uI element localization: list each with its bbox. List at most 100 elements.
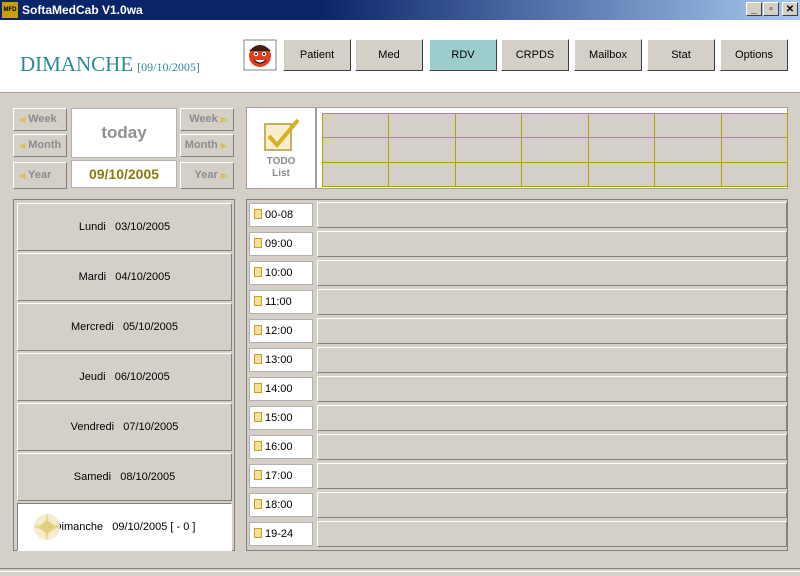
hourglass-icon (254, 499, 262, 509)
todo-grid-cell[interactable] (720, 112, 789, 139)
day-item[interactable]: Mardi 04/10/2005 (17, 253, 232, 301)
todo-grid-cell[interactable] (587, 137, 656, 163)
nav-button-options[interactable]: Options (720, 39, 788, 71)
appointment-slot[interactable] (317, 202, 787, 228)
todo-list-button[interactable]: TODO List (246, 107, 316, 189)
hour-text: 11:00 (265, 296, 292, 308)
hour-label[interactable]: 17:00 (249, 464, 313, 488)
todo-line2: List (272, 168, 290, 179)
nav-button-stat[interactable]: Stat (647, 39, 715, 71)
prev-week-button[interactable]: ◀ Week (13, 108, 67, 131)
day-item[interactable]: Samedi 08/10/2005 (17, 453, 232, 501)
hour-row: 15:00 (249, 405, 787, 431)
hour-label[interactable]: 10:00 (249, 261, 313, 285)
checkmark-icon (264, 118, 300, 151)
hour-label[interactable]: 18:00 (249, 493, 313, 517)
hourglass-icon (254, 325, 262, 335)
appointment-slot[interactable] (317, 347, 787, 373)
day-item[interactable]: Mercredi 05/10/2005 (17, 303, 232, 351)
day-item[interactable]: Jeudi 06/10/2005 (17, 353, 232, 401)
day-label: Samedi 08/10/2005 (73, 471, 176, 483)
hour-label[interactable]: 11:00 (249, 290, 313, 314)
hour-label[interactable]: 16:00 (249, 435, 313, 459)
todo-grid-cell[interactable] (454, 112, 523, 139)
close-button[interactable]: ✕ (782, 2, 798, 16)
hour-label[interactable]: 12:00 (249, 319, 313, 343)
nav-button-crpds[interactable]: CRPDS (501, 39, 569, 71)
prev-year-button[interactable]: ◀ Year (13, 162, 67, 189)
appointment-slot[interactable] (317, 260, 787, 286)
todo-grid-cell[interactable] (654, 137, 722, 163)
day-label: Lundi 03/10/2005 (78, 221, 171, 233)
hour-row: 12:00 (249, 318, 787, 344)
appointment-slot[interactable] (317, 231, 787, 257)
hour-label[interactable]: 19-24 (249, 522, 313, 546)
hourglass-icon (254, 209, 262, 219)
day-item[interactable]: Dimanche 09/10/2005 [ - 0 ] (17, 503, 232, 551)
todo-grid-cell[interactable] (587, 161, 656, 188)
todo-label: TODO List (247, 156, 315, 180)
hourglass-icon (254, 296, 262, 306)
minimize-button[interactable]: _ (746, 2, 762, 16)
hour-label[interactable]: 09:00 (249, 232, 313, 256)
hourglass-icon (254, 528, 262, 538)
next-week-label: Week (189, 113, 218, 125)
restore-button[interactable]: ▫ (763, 2, 779, 16)
todo-grid-cell[interactable] (720, 137, 789, 163)
nav-button-patient[interactable]: Patient (283, 39, 351, 71)
hour-label[interactable]: 13:00 (249, 348, 313, 372)
nav-button-mailbox[interactable]: Mailbox (574, 39, 642, 71)
hour-label[interactable]: 14:00 (249, 377, 313, 401)
hours-list: 00-08 09:00 10:00 11:00 12:00 13:00 14:00 15:00… (246, 199, 788, 551)
todo-grid (321, 112, 789, 188)
hour-row: 17:00 (249, 463, 787, 489)
next-month-button[interactable]: Month ▶ (180, 134, 234, 157)
appointment-slot[interactable] (317, 463, 787, 489)
todo-grid-row (321, 137, 789, 163)
todo-grid-cell[interactable] (521, 161, 589, 188)
todo-grid-cell[interactable] (454, 161, 523, 188)
prev-month-button[interactable]: ◀ Month (13, 134, 67, 157)
appointment-slot[interactable] (317, 492, 787, 518)
hour-label[interactable]: 00-08 (249, 203, 313, 227)
next-week-button[interactable]: Week ▶ (180, 108, 234, 131)
hour-label[interactable]: 15:00 (249, 406, 313, 430)
todo-grid-cell[interactable] (521, 112, 589, 139)
appointment-slot[interactable] (317, 521, 787, 547)
hour-text: 10:00 (265, 267, 293, 279)
hour-text: 18:00 (265, 499, 293, 511)
next-year-button[interactable]: Year ▶ (180, 162, 234, 189)
day-label: Vendredi 07/10/2005 (70, 421, 179, 433)
appointment-slot[interactable] (317, 289, 787, 315)
next-month-label: Month (184, 139, 218, 151)
app-icon: MFD (2, 2, 18, 18)
todo-grid-cell[interactable] (521, 137, 589, 163)
hourglass-icon (254, 354, 262, 364)
hour-text: 14:00 (265, 383, 293, 395)
prev-week-label: Week (28, 113, 57, 125)
hourglass-icon (254, 267, 262, 277)
nav-button-rdv[interactable]: RDV (429, 39, 497, 71)
todo-grid-cell[interactable] (388, 112, 456, 139)
todo-grid-cell[interactable] (388, 161, 456, 188)
appointment-slot[interactable] (317, 434, 787, 460)
todo-grid-cell[interactable] (321, 112, 390, 139)
todo-grid-cell[interactable] (388, 137, 456, 163)
hour-text: 12:00 (265, 325, 293, 337)
appointment-slot[interactable] (317, 376, 787, 402)
appointment-slot[interactable] (317, 405, 787, 431)
todo-grid-cell[interactable] (654, 161, 722, 188)
appointment-slot[interactable] (317, 318, 787, 344)
header: DIMANCHE [09/10/2005] Patient Med RDV CRPDS M… (0, 20, 800, 93)
todo-grid-cell[interactable] (587, 112, 656, 139)
todo-grid-cell[interactable] (654, 112, 722, 139)
todo-grid-cell[interactable] (720, 161, 789, 188)
todo-grid-cell[interactable] (321, 137, 390, 163)
nav-button-med[interactable]: Med (355, 39, 423, 71)
day-item[interactable]: Lundi 03/10/2005 (17, 203, 232, 251)
day-item[interactable]: Vendredi 07/10/2005 (17, 403, 232, 451)
today-button[interactable]: today (71, 108, 177, 158)
todo-grid-cell[interactable] (321, 161, 390, 188)
todo-grid-cell[interactable] (454, 137, 523, 163)
hour-row: 00-08 (249, 202, 787, 228)
